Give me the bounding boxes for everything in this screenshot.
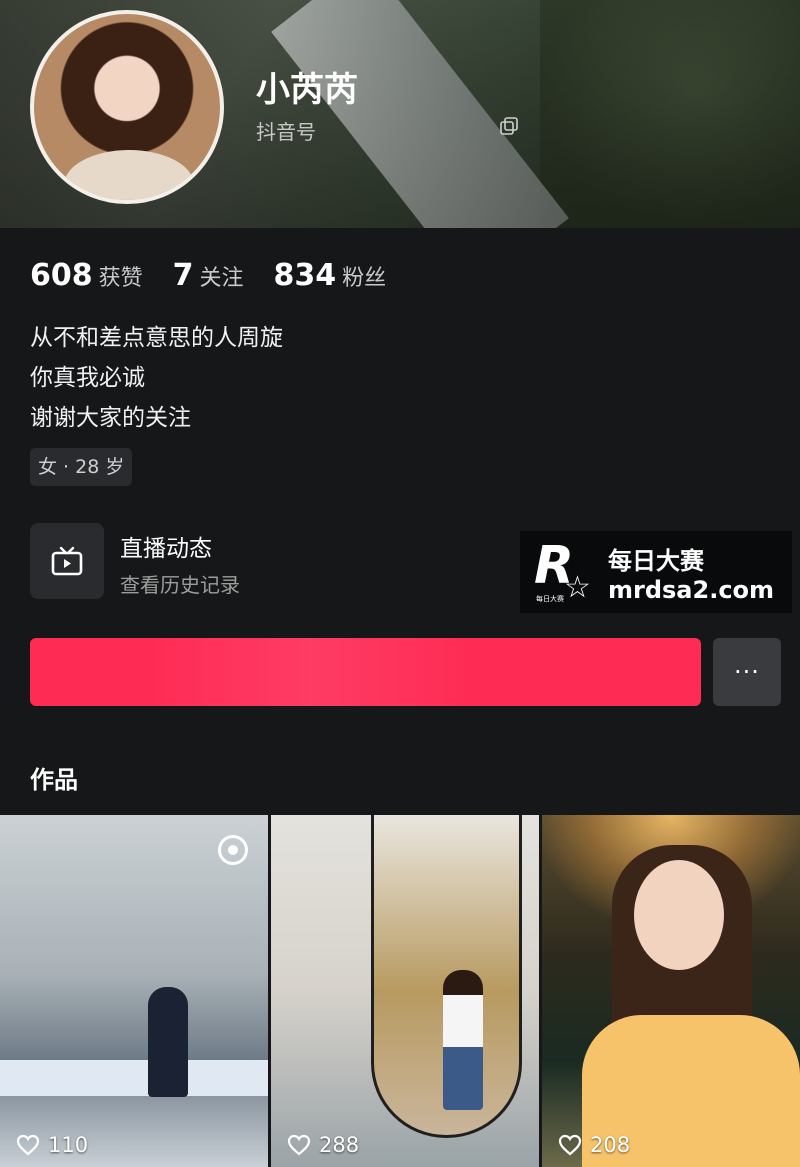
- douyin-id-label: 抖音号: [256, 120, 316, 144]
- heart-icon: [287, 1134, 311, 1156]
- watermark-title: 每日大赛: [608, 546, 704, 575]
- copy-icon[interactable]: [500, 117, 518, 135]
- likes-label[interactable]: 获赞: [99, 260, 143, 292]
- watermark-url: mrdsa2.com: [608, 575, 775, 604]
- avatar[interactable]: [30, 10, 224, 204]
- bio-line: 你真我必诚: [30, 365, 145, 391]
- watermark-logo: R ☆ 每日大赛: [534, 536, 591, 605]
- followers-count: 834: [273, 258, 337, 293]
- heart-icon: [16, 1134, 40, 1156]
- followers-label[interactable]: 粉丝: [342, 260, 386, 292]
- gender-age-tag: 女 · 28 岁: [30, 448, 133, 486]
- username: 小芮芮: [256, 70, 358, 110]
- heart-icon: [558, 1134, 582, 1156]
- stats-row: 608 获赞 7 关注 834 粉丝: [30, 258, 416, 293]
- more-options-button[interactable]: ···: [713, 638, 781, 706]
- works-count-blur: [88, 762, 248, 788]
- live-history-title[interactable]: 直播动态: [120, 529, 212, 563]
- live-photo-icon: [218, 835, 248, 865]
- like-count: 288: [287, 1133, 359, 1157]
- tv-icon: [51, 546, 83, 576]
- follow-button[interactable]: [30, 638, 701, 706]
- likes-count: 608: [30, 258, 93, 293]
- work-thumbnail[interactable]: 110: [0, 815, 268, 1167]
- like-count: 208: [558, 1133, 630, 1157]
- following-label[interactable]: 关注: [200, 260, 244, 292]
- bio-line: 谢谢大家的关注: [30, 405, 191, 431]
- bio: 从不和差点意思的人周旋 你真我必诚 谢谢大家的关注: [30, 318, 283, 438]
- bio-line: 从不和差点意思的人周旋: [30, 325, 283, 351]
- work-thumbnail[interactable]: 288: [271, 815, 539, 1167]
- following-count: 7: [172, 258, 194, 293]
- like-count: 110: [16, 1133, 88, 1157]
- work-thumbnail[interactable]: 208: [542, 815, 800, 1167]
- watermark: R ☆ 每日大赛 每日大赛 mrdsa2.com: [520, 531, 792, 613]
- live-history-button[interactable]: [30, 523, 104, 599]
- works-grid: 110 288 208: [0, 815, 800, 1167]
- works-tab-label[interactable]: 作品: [30, 760, 78, 795]
- star-icon: ☆: [564, 570, 591, 605]
- live-history-subtitle: 查看历史记录: [120, 573, 240, 597]
